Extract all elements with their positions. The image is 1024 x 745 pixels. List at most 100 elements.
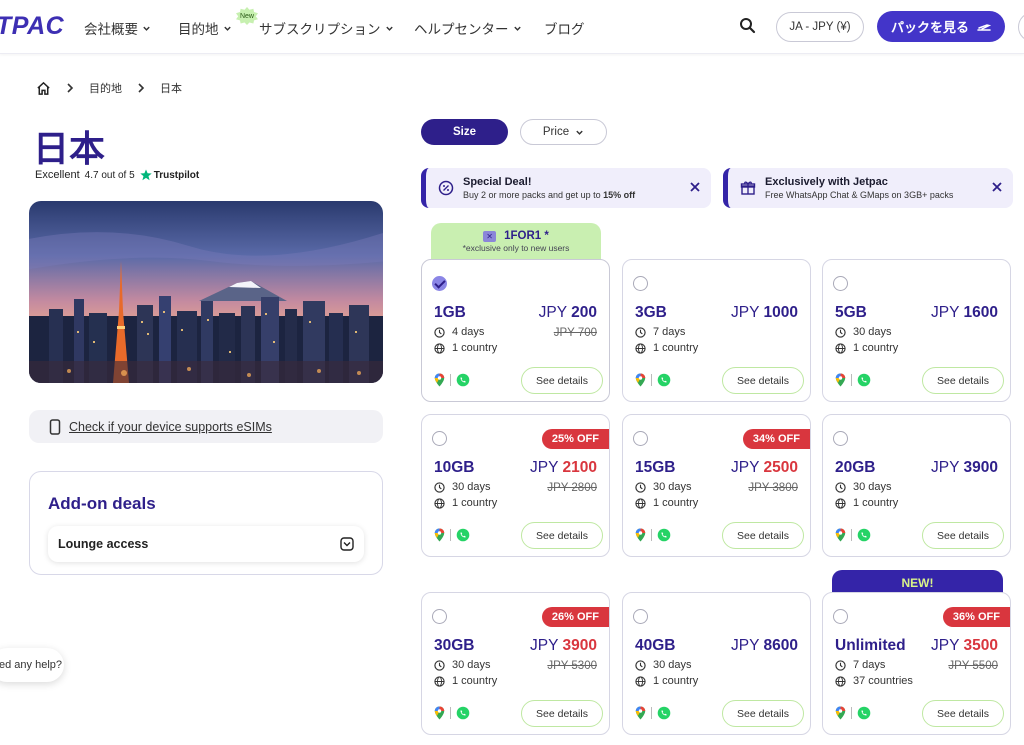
plan-radio[interactable]	[432, 276, 447, 291]
plan-currency: JPY	[931, 459, 960, 476]
plan-radio[interactable]	[432, 431, 447, 446]
original-price: JPY 2800	[547, 482, 597, 494]
phone-icon	[49, 418, 61, 435]
help-chat-bubble[interactable]: ed any help?	[0, 648, 64, 682]
plan-card[interactable]: 25% OFF 10GB JPY 2100 JPY 2800 30 days 1 coun…	[421, 414, 610, 557]
plan-countries: 1 country	[653, 497, 699, 509]
plan-duration: 7 days	[635, 326, 685, 338]
chevron-right-icon	[67, 83, 74, 93]
divider	[851, 529, 852, 541]
plan-radio[interactable]	[633, 276, 648, 291]
see-details-button[interactable]: See details	[722, 700, 804, 727]
gift-icon	[740, 181, 756, 195]
promo-tag-icon: ✕	[483, 230, 497, 242]
divider	[450, 707, 451, 719]
google-maps-icon	[635, 373, 646, 387]
nav-blog[interactable]: ブログ	[544, 18, 585, 38]
search-icon[interactable]	[738, 16, 758, 36]
lounge-access-option[interactable]: Lounge access	[48, 526, 364, 562]
plan-card[interactable]: 1GB JPY 200 JPY 700 4 days 1 country See deta…	[421, 259, 610, 402]
google-maps-icon	[434, 528, 445, 542]
plan-duration: 30 days	[635, 481, 692, 493]
plan-card[interactable]: 36% OFF Unlimited JPY 3500 JPY 5500 7 days 37…	[822, 592, 1011, 735]
plan-duration: 7 days	[835, 659, 885, 671]
plan-card[interactable]: 26% OFF 30GB JPY 3900 JPY 5300 30 days 1 coun…	[421, 592, 610, 735]
rating-text: Excellent	[35, 169, 80, 181]
plan-card[interactable]: 5GB JPY 1600 30 days 1 country See details	[822, 259, 1011, 402]
account-button[interactable]	[1018, 12, 1024, 42]
see-details-button[interactable]: See details	[722, 367, 804, 394]
see-details-button[interactable]: See details	[922, 522, 1004, 549]
breadcrumb-japan: 日本	[160, 83, 182, 95]
discount-badge: 36% OFF	[942, 607, 1010, 627]
divider	[851, 374, 852, 386]
see-details-button[interactable]: See details	[922, 700, 1004, 727]
close-icon[interactable]	[689, 181, 701, 193]
check-esim-support[interactable]: Check if your device supports eSIMs	[29, 410, 383, 443]
plan-coverage: 1 country	[434, 675, 497, 687]
plan-card[interactable]: 20GB JPY 3900 30 days 1 country See details	[822, 414, 1011, 557]
original-price: JPY 5300	[547, 660, 597, 672]
clock-icon	[835, 481, 846, 493]
see-details-button[interactable]: See details	[521, 522, 603, 549]
nav-destinations[interactable]: 目的地	[178, 18, 232, 38]
clock-icon	[835, 326, 846, 338]
tokyo-skyline-image	[29, 201, 383, 383]
plan-card[interactable]: 34% OFF 15GB JPY 2500 JPY 3800 30 days 1 coun…	[622, 414, 811, 557]
plan-radio[interactable]	[633, 431, 648, 446]
plan-radio[interactable]	[432, 609, 447, 624]
top-nav: TPAC 会社概要 目的地 New サブスクリプション ヘルプセンター ブログ …	[0, 0, 1024, 54]
see-details-button[interactable]: See details	[922, 367, 1004, 394]
plan-days: 7 days	[653, 326, 686, 338]
filter-size-button[interactable]: Size	[421, 119, 508, 145]
plan-radio[interactable]	[833, 609, 848, 624]
plan-price: JPY 8600	[731, 637, 798, 655]
plan-radio[interactable]	[833, 431, 848, 446]
plan-coverage: 1 country	[835, 497, 898, 509]
language-currency-button[interactable]: JA - JPY (¥)	[776, 12, 864, 42]
addon-deals-card: Add-on deals Lounge access	[29, 471, 383, 575]
google-maps-icon	[635, 528, 646, 542]
nav-subscription[interactable]: サブスクリプション	[259, 18, 394, 38]
nav-about-label: 会社概要	[84, 22, 138, 37]
plan-countries: 1 country	[452, 342, 498, 354]
plan-price: JPY 2500	[731, 459, 798, 477]
plan-price: JPY 1000	[731, 304, 798, 322]
plan-radio[interactable]	[833, 276, 848, 291]
plan-price: JPY 2100	[530, 459, 597, 477]
nav-about[interactable]: 会社概要	[84, 18, 151, 38]
see-details-button[interactable]: See details	[521, 367, 603, 394]
chevron-down-icon	[143, 26, 150, 31]
whatsapp-icon	[657, 528, 671, 542]
filter-price-button[interactable]: Price	[520, 119, 607, 145]
globe-icon	[635, 342, 646, 354]
globe-icon	[835, 497, 846, 509]
chevron-down-box-icon[interactable]	[340, 537, 354, 551]
nav-help-center[interactable]: ヘルプセンター	[414, 18, 522, 38]
exclusive-title: Exclusively with Jetpac	[765, 176, 888, 188]
see-details-button[interactable]: See details	[521, 700, 603, 727]
see-details-button[interactable]: See details	[722, 522, 804, 549]
home-icon[interactable]	[36, 81, 51, 96]
plan-days: 4 days	[452, 326, 485, 338]
check-esim-link[interactable]: Check if your device supports eSIMs	[69, 420, 272, 434]
promo-code: 1FOR1 *	[504, 230, 549, 242]
view-packs-button[interactable]: パックを見る	[877, 11, 1005, 42]
special-deal-discount: 15% off	[603, 190, 636, 200]
original-price: JPY 3800	[748, 482, 798, 494]
breadcrumb-destinations[interactable]: 目的地	[89, 80, 122, 96]
plan-card[interactable]: 3GB JPY 1000 7 days 1 country See details	[622, 259, 811, 402]
nav-help-center-label: ヘルプセンター	[414, 22, 509, 37]
discount-badge-icon	[438, 180, 454, 196]
google-maps-icon	[635, 706, 646, 720]
plan-card[interactable]: 40GB JPY 8600 30 days 1 country See details	[622, 592, 811, 735]
jetpac-logo[interactable]: TPAC	[0, 12, 64, 41]
globe-icon	[434, 497, 445, 509]
plan-days: 30 days	[452, 481, 491, 493]
trustpilot-rating[interactable]: Excellent 4.7 out of 5 Trustpilot	[35, 169, 199, 181]
close-icon[interactable]	[991, 181, 1003, 193]
discount-badge: 34% OFF	[742, 429, 810, 449]
plan-currency: JPY	[731, 304, 760, 321]
plan-radio[interactable]	[633, 609, 648, 624]
clock-icon	[635, 326, 646, 338]
